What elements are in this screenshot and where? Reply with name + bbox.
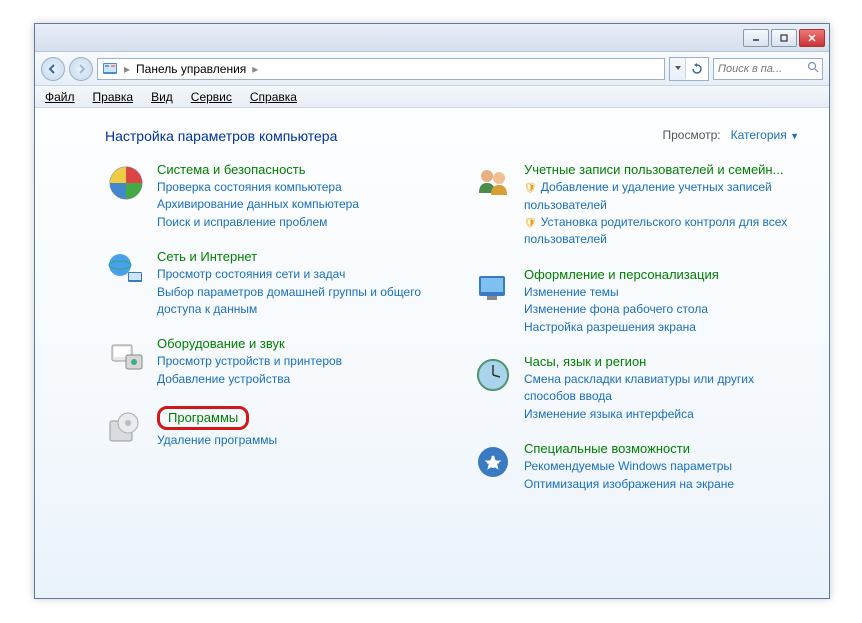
maximize-button[interactable] bbox=[771, 29, 797, 47]
category-title-network[interactable]: Сеть и Интернет bbox=[157, 249, 257, 264]
category-link[interactable]: Просмотр состояния сети и задач bbox=[157, 266, 432, 283]
category-link[interactable]: Проверка состояния компьютера bbox=[157, 179, 432, 196]
category-users: Учетные записи пользователей и семейн...… bbox=[472, 162, 799, 249]
category-link[interactable]: Удаление программы bbox=[157, 432, 432, 449]
category-link[interactable]: Изменение языка интерфейса bbox=[524, 406, 799, 423]
category-link[interactable]: Установка родительского контроля для все… bbox=[524, 214, 799, 249]
category-link[interactable]: Настройка разрешения экрана bbox=[524, 319, 799, 336]
category-system: Система и безопасность Проверка состояния… bbox=[105, 162, 432, 231]
category-link[interactable]: Изменение фона рабочего стола bbox=[524, 301, 799, 318]
view-by-value[interactable]: Категория ▼ bbox=[731, 128, 799, 142]
clock-icon bbox=[472, 354, 514, 396]
categories: Система и безопасность Проверка состояния… bbox=[105, 162, 799, 493]
view-by-label: Просмотр: bbox=[662, 128, 720, 142]
menu-edit[interactable]: Правка bbox=[93, 90, 134, 104]
refresh-button[interactable] bbox=[686, 58, 708, 80]
category-link[interactable]: Добавление устройства bbox=[157, 371, 432, 388]
category-clock: Часы, язык и регион Смена раскладки клави… bbox=[472, 354, 799, 423]
category-title-ease[interactable]: Специальные возможности bbox=[524, 441, 690, 456]
search-icon bbox=[807, 61, 819, 76]
menu-tools[interactable]: Сервис bbox=[191, 90, 232, 104]
category-link[interactable]: Добавление и удаление учетных записей по… bbox=[524, 179, 799, 214]
minimize-button[interactable] bbox=[743, 29, 769, 47]
breadcrumb-sep-icon: ▸ bbox=[124, 62, 130, 76]
category-link[interactable]: Смена раскладки клавиатуры или других сп… bbox=[524, 371, 799, 406]
view-by: Просмотр: Категория ▼ bbox=[662, 128, 799, 142]
titlebar bbox=[35, 24, 829, 52]
column-left: Система и безопасность Проверка состояния… bbox=[105, 162, 432, 493]
category-link[interactable]: Поиск и исправление проблем bbox=[157, 214, 432, 231]
content-area: Настройка параметров компьютера Просмотр… bbox=[35, 108, 829, 598]
close-button[interactable] bbox=[799, 29, 825, 47]
category-link[interactable]: Оптимизация изображения на экране bbox=[524, 476, 799, 493]
menubar: Файл Правка Вид Сервис Справка bbox=[35, 86, 829, 108]
category-title-appearance[interactable]: Оформление и персонализация bbox=[524, 267, 719, 282]
appearance-icon bbox=[472, 267, 514, 309]
column-right: Учетные записи пользователей и семейн...… bbox=[472, 162, 799, 493]
search-input[interactable] bbox=[718, 63, 818, 75]
category-link[interactable]: Просмотр устройств и принтеров bbox=[157, 353, 432, 370]
category-link[interactable]: Изменение темы bbox=[524, 284, 799, 301]
category-link[interactable]: Рекомендуемые Windows параметры bbox=[524, 458, 799, 475]
control-panel-window: ▸ Панель управления ▸ Файл Правка Вид Се… bbox=[34, 23, 830, 599]
back-button[interactable] bbox=[41, 57, 65, 81]
system-icon bbox=[105, 162, 147, 204]
forward-button[interactable] bbox=[69, 57, 93, 81]
category-network: Сеть и Интернет Просмотр состояния сети и… bbox=[105, 249, 432, 318]
navbar: ▸ Панель управления ▸ bbox=[35, 52, 829, 86]
category-title-system[interactable]: Система и безопасность bbox=[157, 162, 306, 177]
category-title-users[interactable]: Учетные записи пользователей и семейн... bbox=[524, 162, 783, 177]
breadcrumb-sep-icon: ▸ bbox=[252, 62, 258, 76]
category-title-hardware[interactable]: Оборудование и звук bbox=[157, 336, 285, 351]
category-title-programs[interactable]: Программы bbox=[157, 406, 249, 430]
category-appearance: Оформление и персонализация Изменение тем… bbox=[472, 267, 799, 336]
chevron-down-icon: ▼ bbox=[790, 131, 799, 141]
menu-help[interactable]: Справка bbox=[250, 90, 297, 104]
category-title-clock[interactable]: Часы, язык и регион bbox=[524, 354, 646, 369]
network-icon bbox=[105, 249, 147, 291]
users-icon bbox=[472, 162, 514, 204]
breadcrumb-root[interactable]: Панель управления bbox=[136, 62, 246, 76]
search-box[interactable] bbox=[713, 58, 823, 80]
hardware-icon bbox=[105, 336, 147, 378]
category-ease: Специальные возможности Рекомендуемые Win… bbox=[472, 441, 799, 493]
ease-icon bbox=[472, 441, 514, 483]
category-link[interactable]: Выбор параметров домашней группы и общег… bbox=[157, 284, 432, 319]
programs-icon bbox=[105, 406, 147, 448]
menu-view[interactable]: Вид bbox=[151, 90, 173, 104]
category-link[interactable]: Архивирование данных компьютера bbox=[157, 196, 432, 213]
menu-file[interactable]: Файл bbox=[45, 90, 75, 104]
addressbar[interactable]: ▸ Панель управления ▸ bbox=[97, 58, 665, 80]
category-programs: Программы Удаление программы bbox=[105, 406, 432, 449]
addressbar-dropdown-button[interactable] bbox=[670, 58, 686, 78]
category-hardware: Оборудование и звук Просмотр устройств и … bbox=[105, 336, 432, 388]
control-panel-icon bbox=[102, 61, 118, 77]
